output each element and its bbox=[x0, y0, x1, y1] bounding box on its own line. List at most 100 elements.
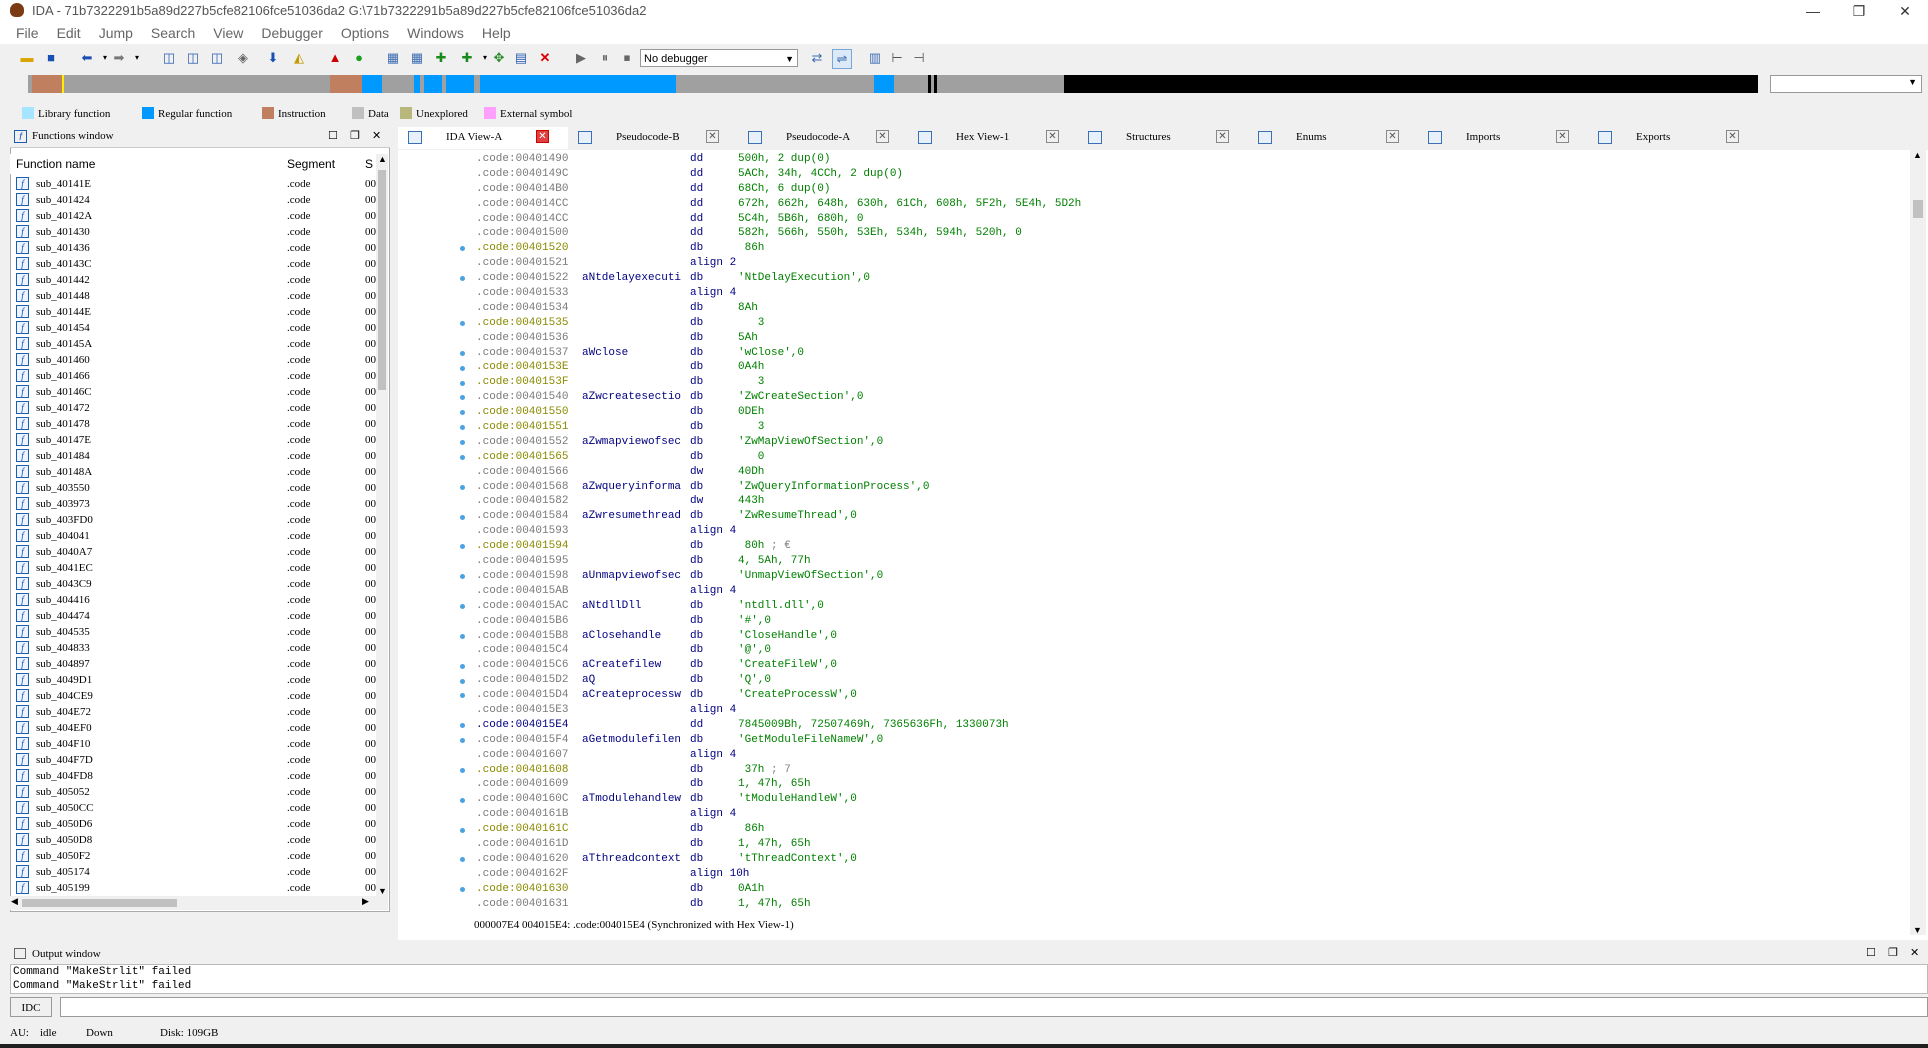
disassembly-line[interactable]: .code:004014CC dd 672h, 662h, 648h, 630h, … bbox=[476, 197, 1906, 212]
line-label[interactable]: aUnmapviewofsec bbox=[582, 569, 681, 584]
search-next-icon[interactable]: ◈ bbox=[234, 49, 252, 67]
function-row[interactable]: f sub_403FD0 .code 00 bbox=[14, 512, 384, 528]
disassembly-line[interactable]: .code:00401568 aZwqueryinforma db 'ZwQueryI… bbox=[476, 480, 1906, 495]
menu-view[interactable]: View bbox=[204, 22, 252, 44]
disassembly-line[interactable]: .code:00401534 db 8Ah bbox=[476, 301, 1906, 316]
plugin-icon[interactable]: ✥ bbox=[490, 49, 508, 67]
disassembly-line[interactable]: .code:00401520 db 86h bbox=[476, 241, 1906, 256]
disassembly-line[interactable]: .code:0040153E db 0A4h bbox=[476, 360, 1906, 375]
disassembly-line[interactable]: .code:00401522 aNtdelayexecuti db 'NtDelayE… bbox=[476, 271, 1906, 286]
disassembly-line[interactable]: .code:0040162F align 10h bbox=[476, 867, 1906, 882]
function-row[interactable]: f sub_404416 .code 00 bbox=[14, 592, 384, 608]
line-label[interactable]: aZwresumethread bbox=[582, 509, 681, 524]
function-row[interactable]: f sub_404EF0 .code 00 bbox=[14, 720, 384, 736]
disassembly-line[interactable]: .code:004015AB align 4 bbox=[476, 584, 1906, 599]
idc-language-button[interactable]: IDC bbox=[10, 997, 52, 1017]
disassembly-line[interactable]: .code:00401500 dd 582h, 566h, 550h, 53Eh, … bbox=[476, 226, 1906, 241]
panel-float-icon[interactable]: ❐ bbox=[350, 129, 360, 142]
disassembly-line[interactable]: .code:00401550 db 0DEh bbox=[476, 405, 1906, 420]
function-row[interactable]: f sub_401424 .code 00 bbox=[14, 192, 384, 208]
function-row[interactable]: f sub_404474 .code 00 bbox=[14, 608, 384, 624]
scroll-left-icon[interactable]: ◀ bbox=[11, 896, 18, 907]
function-row[interactable]: f sub_401430 .code 00 bbox=[14, 224, 384, 240]
function-row[interactable]: f sub_404535 .code 00 bbox=[14, 624, 384, 640]
disassembly-line[interactable]: .code:00401566 dw 40Dh bbox=[476, 465, 1906, 480]
disassembly-line[interactable]: .code:004015E3 align 4 bbox=[476, 703, 1906, 718]
tab-enums[interactable]: Enums ✕ bbox=[1248, 127, 1418, 149]
disassembly-line[interactable]: .code:004015F4 aGetmodulefilen db 'GetModul… bbox=[476, 733, 1906, 748]
line-label[interactable]: aNtdllDll bbox=[582, 599, 641, 614]
scrollbar-thumb[interactable] bbox=[22, 899, 177, 907]
tab-close-icon[interactable]: ✕ bbox=[1046, 130, 1059, 143]
disassembly-line[interactable]: .code:004015D2 aQ db 'Q',0 bbox=[476, 673, 1906, 688]
disassembly-line[interactable]: .code:00401631 db 1, 47h, 65h bbox=[476, 897, 1906, 912]
line-label[interactable]: aGetmodulefilen bbox=[582, 733, 681, 748]
function-row[interactable]: f sub_4040A7 .code 00 bbox=[14, 544, 384, 560]
function-row[interactable]: f sub_401442 .code 00 bbox=[14, 272, 384, 288]
mark-icon[interactable]: ◭ bbox=[290, 49, 308, 67]
disassembly-line[interactable]: .code:00401521 align 2 bbox=[476, 256, 1906, 271]
function-row[interactable]: f sub_401436 .code 00 bbox=[14, 240, 384, 256]
line-label[interactable]: aCreatefilew bbox=[582, 658, 661, 673]
tab-close-icon[interactable]: ✕ bbox=[1556, 130, 1569, 143]
disassembly-listing[interactable]: .code:00401490 dd 500h, 2 dup(0) .code:0040… bbox=[476, 152, 1906, 922]
disassembly-line[interactable]: .code:00401595 db 4, 5Ah, 77h bbox=[476, 554, 1906, 569]
function-row[interactable]: f sub_40145A .code 00 bbox=[14, 336, 384, 352]
switch-debugger-icon[interactable]: ⇌ bbox=[832, 49, 852, 69]
function-row[interactable]: f sub_404CE9 .code 00 bbox=[14, 688, 384, 704]
chart-icon[interactable]: ▦ bbox=[384, 49, 402, 67]
line-label[interactable]: aQ bbox=[582, 673, 595, 688]
line-label[interactable]: aTthreadcontext bbox=[582, 852, 681, 867]
tab-imports[interactable]: Imports ✕ bbox=[1418, 127, 1588, 149]
function-row[interactable]: f sub_405199 .code 00 bbox=[14, 880, 384, 896]
disassembly-line[interactable]: .code:00401551 db 3 bbox=[476, 420, 1906, 435]
disassembly-line[interactable]: .code:004015AC aNtdllDll db 'ntdll.dll',0 bbox=[476, 599, 1906, 614]
function-row[interactable]: f sub_401466 .code 00 bbox=[14, 368, 384, 384]
disassembly-line[interactable]: .code:0040161B align 4 bbox=[476, 807, 1906, 822]
pause-icon[interactable]: ⏸ bbox=[596, 49, 614, 67]
tab-ida-view-a[interactable]: IDA View-A ✕ bbox=[398, 127, 568, 149]
tab-hex-view-1[interactable]: Hex View-1 ✕ bbox=[908, 127, 1078, 149]
line-label[interactable]: aTmodulehandlew bbox=[582, 792, 681, 807]
down-arrow-icon[interactable]: ⬇ bbox=[264, 49, 282, 67]
disassembly-line[interactable]: .code:00401598 aUnmapviewofsec db 'UnmapVie… bbox=[476, 569, 1906, 584]
menu-debugger[interactable]: Debugger bbox=[252, 22, 332, 44]
panel-close-icon[interactable]: ✕ bbox=[372, 129, 381, 142]
menu-options[interactable]: Options bbox=[332, 22, 398, 44]
disassembly-line[interactable]: .code:00401540 aZwcreatesectio db 'ZwCreate… bbox=[476, 390, 1906, 405]
navigation-bar[interactable] bbox=[28, 75, 1758, 93]
function-row[interactable]: f sub_403973 .code 00 bbox=[14, 496, 384, 512]
save-icon[interactable]: ■ bbox=[42, 49, 60, 67]
tab-pseudocode-b[interactable]: Pseudocode-B ✕ bbox=[568, 127, 738, 149]
disassembly-line[interactable]: .code:00401608 db 37h ; 7 bbox=[476, 763, 1906, 778]
disassembly-line[interactable]: .code:00401582 dw 443h bbox=[476, 494, 1906, 509]
function-row[interactable]: f sub_4050F2 .code 00 bbox=[14, 848, 384, 864]
xref-icon[interactable]: ✚ bbox=[432, 49, 450, 67]
disassembly-line[interactable]: .code:004015E4 dd 7845009Bh, 72507469h, 73… bbox=[476, 718, 1906, 733]
disassembly-line[interactable]: .code:00401490 dd 500h, 2 dup(0) bbox=[476, 152, 1906, 167]
disassembly-line[interactable]: .code:00401552 aZwmapviewofsec db 'ZwMapVie… bbox=[476, 435, 1906, 450]
disassembly-line[interactable]: .code:004015B8 aClosehandle db 'CloseHandle… bbox=[476, 629, 1906, 644]
function-row[interactable]: f sub_40141E .code 00 bbox=[14, 176, 384, 192]
disassembly-line[interactable]: .code:00401565 db 0 bbox=[476, 450, 1906, 465]
nav-scale-select[interactable]: ▼ bbox=[1770, 75, 1922, 93]
disassembly-line[interactable]: .code:004014B0 dd 68Ch, 6 dup(0) bbox=[476, 182, 1906, 197]
tab-close-icon[interactable]: ✕ bbox=[1726, 130, 1739, 143]
command-input[interactable] bbox=[60, 997, 1928, 1017]
xref-graph-icon[interactable]: ✚ bbox=[458, 49, 476, 67]
script-icon[interactable]: ▤ bbox=[512, 49, 530, 67]
forward-dropdown-icon[interactable]: ▾ bbox=[128, 49, 146, 67]
function-row[interactable]: f sub_4043C9 .code 00 bbox=[14, 576, 384, 592]
scrollbar-thumb[interactable] bbox=[378, 170, 386, 390]
scroll-down-icon[interactable]: ▼ bbox=[1913, 925, 1922, 935]
disassembly-line[interactable]: .code:00401536 db 5Ah bbox=[476, 331, 1906, 346]
scroll-right-icon[interactable]: ▶ bbox=[362, 896, 369, 907]
menu-search[interactable]: Search bbox=[142, 22, 204, 44]
menu-edit[interactable]: Edit bbox=[48, 22, 90, 44]
scrollbar-thumb[interactable] bbox=[1913, 200, 1923, 218]
function-row[interactable]: f sub_401484 .code 00 bbox=[14, 448, 384, 464]
disassembly-line[interactable]: .code:00401594 db 80h ; € bbox=[476, 539, 1906, 554]
debug-option-icon[interactable]: ⇄ bbox=[808, 49, 826, 67]
disassembly-line[interactable]: .code:00401537 aWclose db 'wClose',0 bbox=[476, 346, 1906, 361]
function-row[interactable]: f sub_404041 .code 00 bbox=[14, 528, 384, 544]
